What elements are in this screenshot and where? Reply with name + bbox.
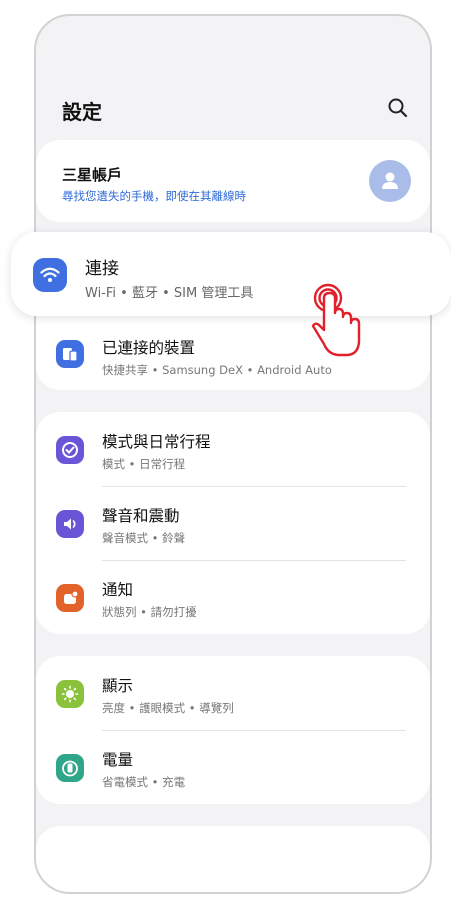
battery-title: 電量 [102, 751, 134, 769]
person-icon [382, 172, 398, 189]
settings-item-modes[interactable]: 模式與日常行程 模式 • 日常行程 [36, 416, 430, 486]
display-battery-card: 顯示 亮度 • 護眼模式 • 導覽列 電量 省電模式 • 充電 [36, 656, 430, 804]
account-title: 三星帳戶 [62, 166, 123, 184]
next-settings-card [36, 826, 430, 892]
modes-subtitle: 模式 • 日常行程 [102, 457, 186, 471]
wifi-icon [33, 258, 67, 292]
notifications-title: 通知 [102, 581, 134, 599]
divider [102, 730, 406, 731]
display-title: 顯示 [102, 677, 134, 695]
display-subtitle: 亮度 • 護眼模式 • 導覽列 [102, 701, 234, 715]
settings-item-sound[interactable]: 聲音和震動 聲音模式 • 鈴聲 [36, 490, 430, 560]
settings-item-connections[interactable]: 連接 Wi-Fi • 藍牙 • SIM 管理工具 [11, 232, 451, 316]
search-button[interactable] [386, 96, 410, 120]
search-icon [388, 98, 408, 118]
sound-title: 聲音和震動 [102, 507, 180, 525]
divider [102, 560, 406, 561]
settings-item-notifications[interactable]: 通知 狀態列 • 請勿打擾 [36, 564, 430, 634]
connections-subtitle: Wi-Fi • 藍牙 • SIM 管理工具 [85, 286, 254, 301]
battery-subtitle: 省電模式 • 充電 [102, 775, 186, 789]
devices-icon [56, 340, 84, 368]
settings-item-display[interactable]: 顯示 亮度 • 護眼模式 • 導覽列 [36, 660, 430, 730]
modes-title: 模式與日常行程 [102, 433, 211, 451]
tap-hand-icon [311, 283, 361, 357]
notification-icon [56, 584, 84, 612]
settings-item-battery[interactable]: 電量 省電模式 • 充電 [36, 734, 430, 804]
phone-frame: 設定 三星帳戶 尋找您遺失的手機，即使在其離線時 已連接的裝置 快捷共享 • S… [34, 14, 432, 894]
connections-title: 連接 [85, 259, 119, 279]
samsung-account-card[interactable]: 三星帳戶 尋找您遺失的手機，即使在其離線時 [36, 140, 430, 222]
sound-subtitle: 聲音模式 • 鈴聲 [102, 531, 186, 545]
sun-icon [56, 680, 84, 708]
notifications-subtitle: 狀態列 • 請勿打擾 [102, 605, 197, 619]
volume-icon [56, 510, 84, 538]
modes-sound-notification-card: 模式與日常行程 模式 • 日常行程 聲音和震動 聲音模式 • 鈴聲 通知 狀態列… [36, 412, 430, 634]
divider [102, 486, 406, 487]
avatar[interactable] [369, 160, 411, 202]
connected-devices-subtitle: 快捷共享 • Samsung DeX • Android Auto [102, 363, 332, 377]
account-subtitle: 尋找您遺失的手機，即使在其離線時 [62, 189, 246, 203]
page-title: 設定 [62, 100, 102, 124]
connected-devices-title: 已連接的裝置 [102, 339, 196, 357]
modes-icon [56, 436, 84, 464]
settings-item-connected-devices[interactable]: 已連接的裝置 快捷共享 • Samsung DeX • Android Auto [36, 326, 430, 396]
battery-icon [56, 754, 84, 782]
